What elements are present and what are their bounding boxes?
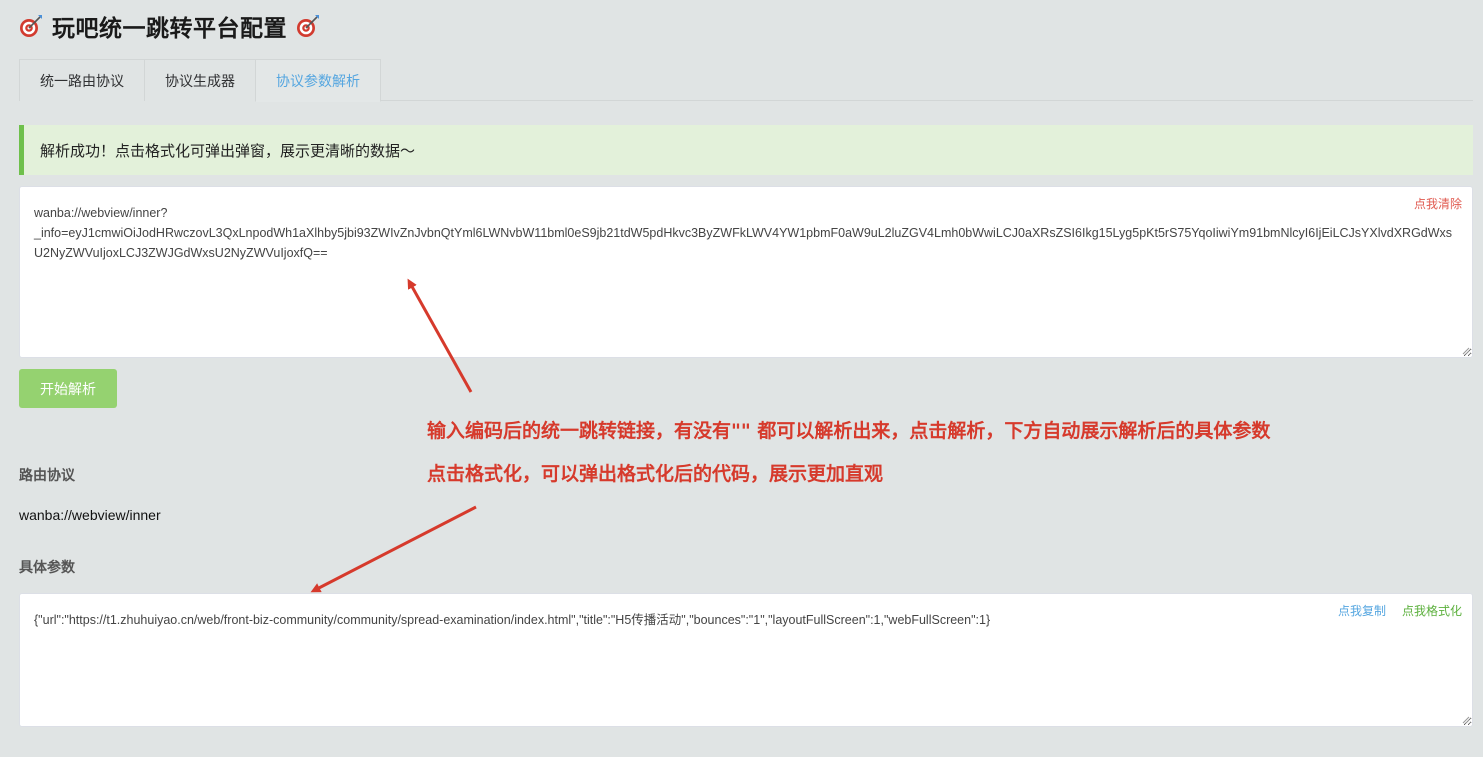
format-link[interactable]: 点我格式化 — [1402, 602, 1462, 619]
clear-link[interactable]: 点我清除 — [1414, 195, 1462, 212]
start-parse-button[interactable]: 开始解析 — [19, 369, 117, 408]
resize-grip-icon[interactable] — [1462, 716, 1470, 724]
encoded-link-textarea[interactable]: wanba://webview/inner? _info=eyJ1cmwiOiJ… — [20, 187, 1472, 357]
resize-grip-icon[interactable] — [1462, 347, 1470, 355]
success-alert: 解析成功！点击格式化可弹出弹窗，展示更清晰的数据～ — [19, 125, 1473, 175]
alert-message: 解析成功！点击格式化可弹出弹窗，展示更清晰的数据～ — [40, 141, 416, 160]
dart-target-icon — [20, 15, 42, 37]
tab-bar: 统一路由协议 协议生成器 协议参数解析 — [19, 59, 1473, 102]
page-title: 玩吧统一跳转平台配置 — [52, 16, 287, 42]
arrow-down-icon — [310, 505, 477, 593]
route-protocol-label: 路由协议 — [19, 468, 75, 484]
params-textarea[interactable]: {"url":"https://t1.zhuhuiyao.cn/web/fron… — [20, 594, 1472, 726]
route-protocol-value: wanba://webview/inner — [19, 507, 161, 523]
copy-link[interactable]: 点我复制 — [1338, 602, 1386, 619]
tab-protocol-generator[interactable]: 协议生成器 — [144, 59, 256, 101]
annotation-text-2: 点击格式化，可以弹出格式化后的代码，展示更加直观 — [427, 463, 884, 485]
annotation-text-1: 输入编码后的统一跳转链接，有没有"" 都可以解析出来，点击解析，下方自动展示解析… — [427, 420, 1271, 442]
tab-protocol-param-parse[interactable]: 协议参数解析 — [255, 59, 381, 102]
params-output-box: {"url":"https://t1.zhuhuiyao.cn/web/fron… — [19, 593, 1473, 727]
page-header: 玩吧统一跳转平台配置 — [18, 10, 321, 42]
dart-target-icon — [297, 15, 319, 37]
tab-unified-route-protocol[interactable]: 统一路由协议 — [19, 59, 145, 101]
params-label: 具体参数 — [19, 560, 75, 576]
link-input-box: wanba://webview/inner? _info=eyJ1cmwiOiJ… — [19, 186, 1473, 358]
